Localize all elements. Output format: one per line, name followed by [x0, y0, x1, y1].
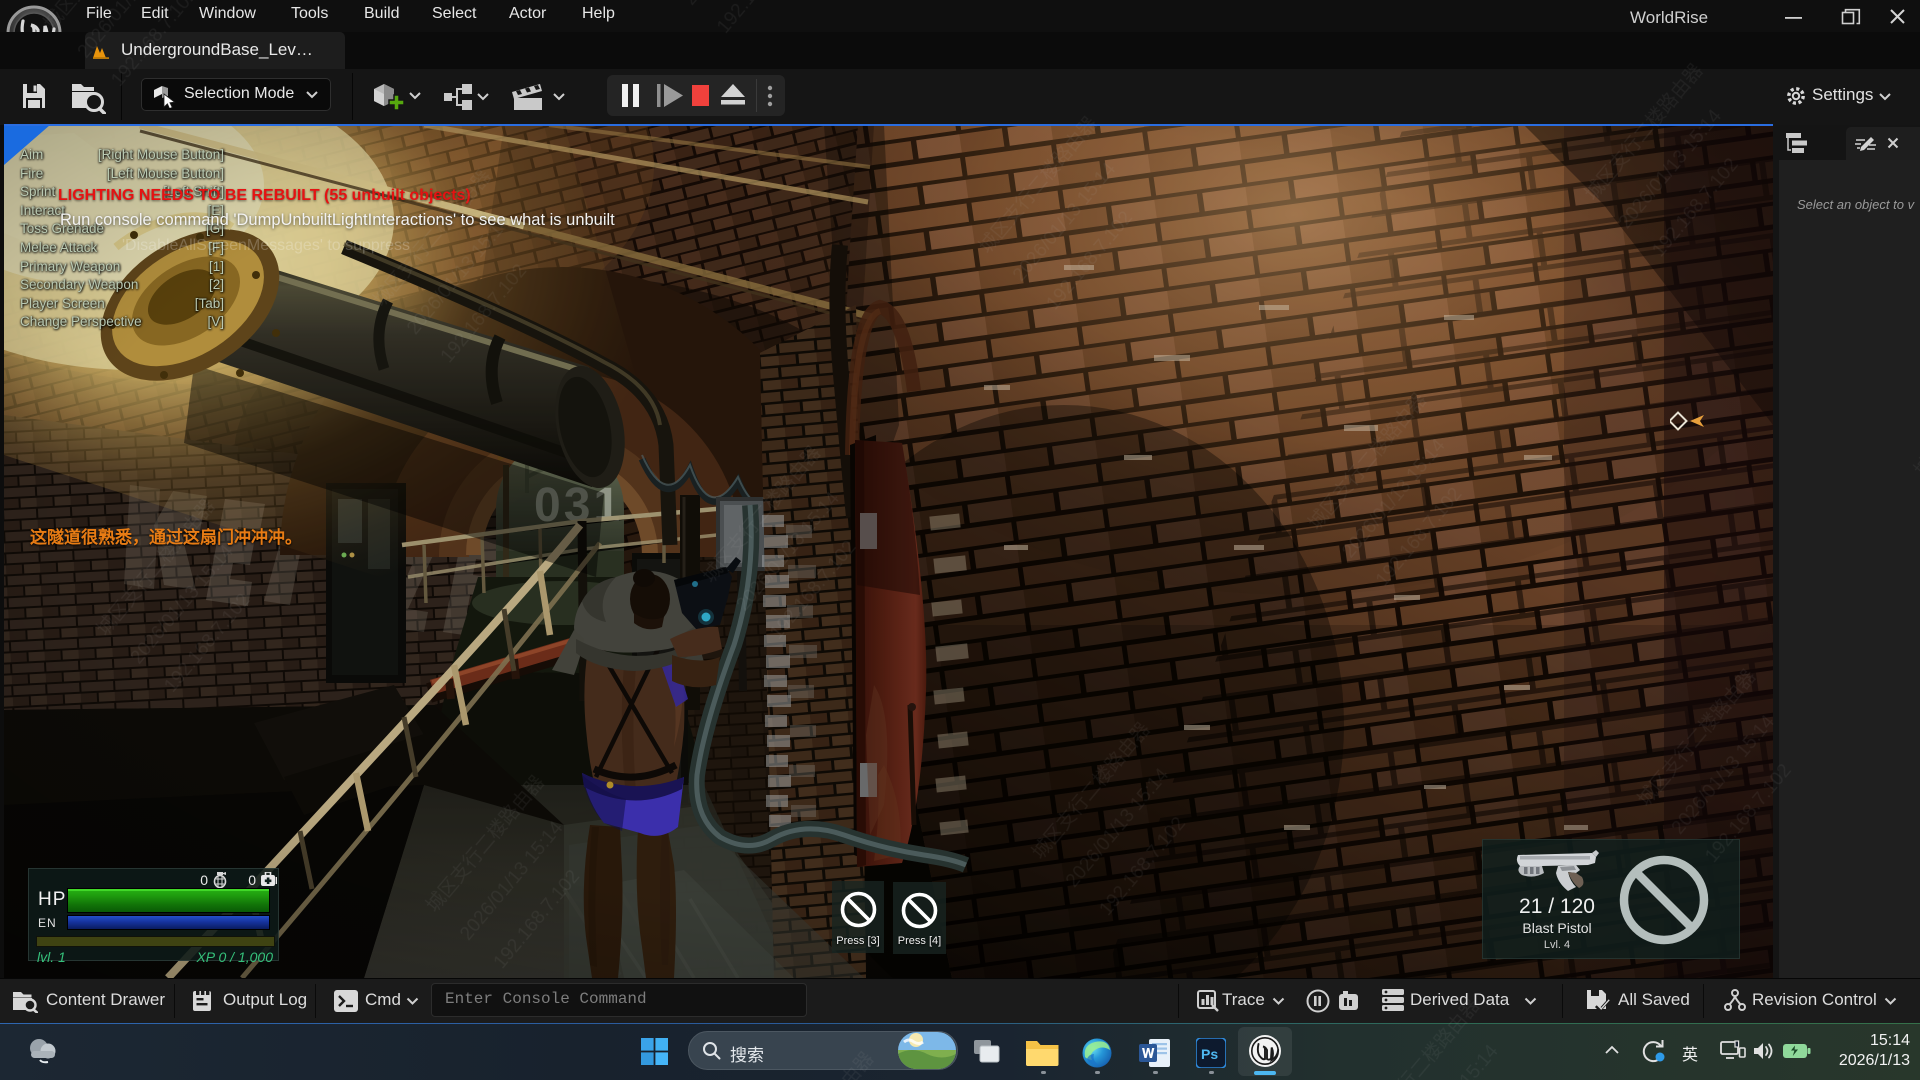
svg-text:Ps: Ps — [1201, 1046, 1218, 1062]
